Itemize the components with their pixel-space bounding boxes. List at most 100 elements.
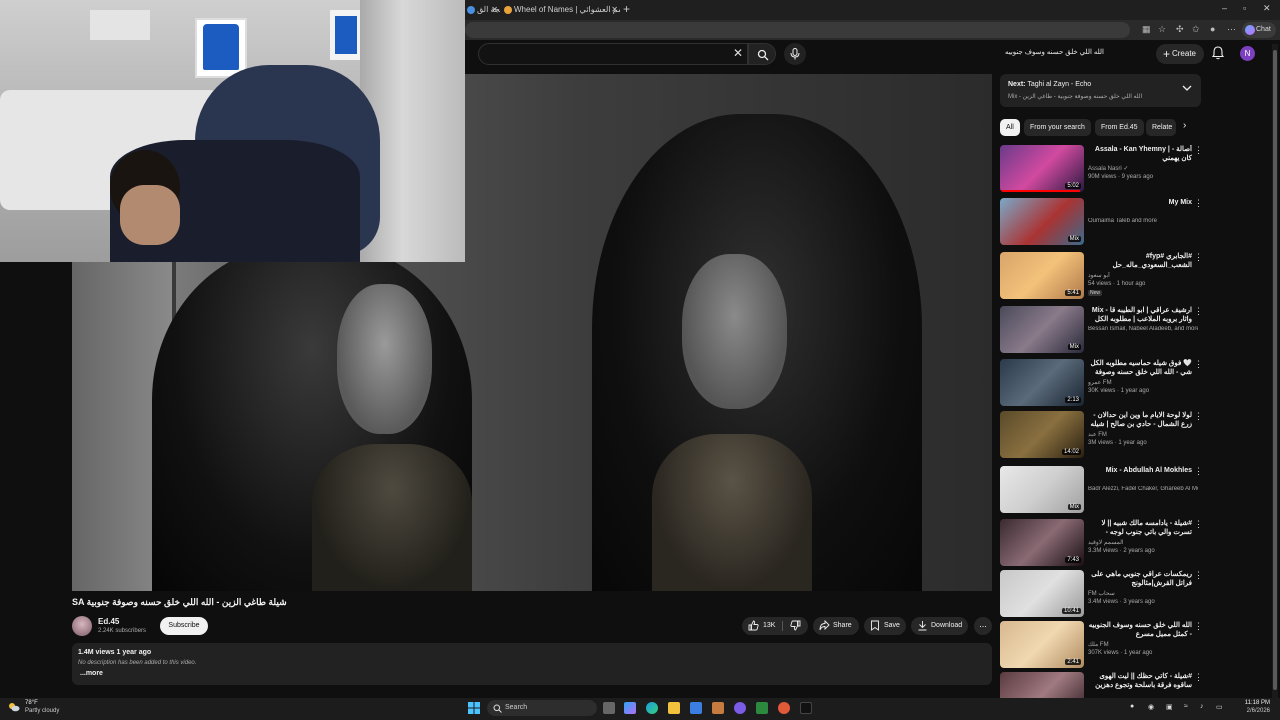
recommendation-item[interactable]: 2:41 الله اللي خلق حسنه وسوف الجنوبيه - ك… (1000, 621, 1203, 671)
video-thumbnail[interactable]: 5:41 (1000, 252, 1084, 299)
recommendation-title[interactable]: 🤍 فوق شيله حماسيه مطلوبه الكل شي - الله … (1088, 359, 1193, 377)
taskbar-search[interactable]: Search (487, 700, 597, 716)
voice-search-button[interactable] (784, 43, 806, 65)
recommendation-title[interactable]: ريمكسات عراقي جنوبي ماهي على فراتل القرش… (1088, 570, 1192, 588)
recommendation-channel[interactable]: Bessan Ismail, Nabeel Aladeeb, and more (1088, 326, 1198, 332)
create-button[interactable]: + Create (1156, 44, 1204, 64)
more-options-icon[interactable]: ⋮ (1194, 359, 1203, 370)
chip-from-your-search[interactable]: From your search (1024, 119, 1091, 136)
recommendation-title[interactable]: الله اللي خلق حسنه وسوف الجنوبيه - كمثل … (1088, 621, 1192, 639)
recommendation-item[interactable]: 14:02 لولا لوحة الايام ما وين اين حدالان … (1000, 411, 1203, 461)
recommendation-item[interactable]: 7:43 #شيلة - يادامسه مالك شبيه || لا تسرت… (1000, 519, 1203, 569)
like-count[interactable]: 13K (763, 617, 775, 635)
recommendation-title[interactable]: Assala - Kan Yhemny | أصالة - كان يهمني (1088, 145, 1192, 163)
recommendation-channel[interactable]: أبو سعود (1088, 272, 1198, 279)
notifications-bell-icon[interactable] (1212, 46, 1224, 60)
clear-search-icon[interactable]: ✕ (733, 46, 743, 60)
close-window-icon[interactable]: ✕ (1263, 3, 1271, 14)
close-tab-icon[interactable]: ✕ (611, 2, 618, 18)
extension-icon[interactable]: ▦ (1142, 24, 1151, 35)
more-options-icon[interactable]: ⋮ (1194, 672, 1203, 683)
recommendation-title[interactable]: My Mix (1088, 198, 1192, 207)
profile-icon[interactable]: ● (1210, 24, 1215, 34)
maximize-icon[interactable]: ▫ (1243, 3, 1246, 13)
wifi-icon[interactable]: ≈ (1184, 703, 1188, 710)
more-options-icon[interactable]: ⋮ (1194, 570, 1203, 581)
chevron-down-icon[interactable] (1182, 84, 1192, 92)
more-options-icon[interactable]: ⋮ (1194, 198, 1203, 209)
video-thumbnail[interactable]: 10:41 (1000, 570, 1084, 617)
recommendation-title[interactable]: #شيلة - كاتي حظك || ليت الهوى ساقوه فرقة… (1088, 672, 1192, 690)
chip-related[interactable]: Relate (1146, 119, 1176, 136)
chip-from-channel[interactable]: From Ed.45 (1095, 119, 1144, 136)
recommendation-item[interactable]: Mix Mix - Abdullah Al Mokhles Badr Alezzi,… (1000, 466, 1203, 516)
chevron-right-icon[interactable]: › (1183, 120, 1186, 131)
weather-temperature[interactable]: 78°F (25, 700, 38, 706)
puzzle-icon[interactable]: ✣ (1176, 24, 1184, 35)
share-button[interactable]: Share (813, 617, 859, 635)
browser-tab[interactable]: نيجة الق ✕ (465, 2, 500, 18)
browser-tab[interactable]: Wheel of Names | الاسم العشوائي ✕ (502, 2, 620, 18)
recommendation-channel[interactable]: ملك FM (1088, 641, 1198, 648)
tray-status-icon[interactable]: ● (1130, 703, 1134, 710)
recommendation-channel[interactable]: المسمم لاوقيد (1088, 539, 1198, 546)
search-button[interactable] (748, 43, 776, 65)
windows-start-icon[interactable] (468, 702, 480, 714)
recommendation-channel[interactable]: عبد FM (1088, 431, 1198, 438)
recommendation-channel[interactable]: عمرو FM (1088, 379, 1198, 386)
close-tab-icon[interactable]: ✕ (491, 2, 498, 18)
video-thumbnail[interactable]: 2:13 (1000, 359, 1084, 406)
video-thumbnail[interactable]: Mix (1000, 198, 1084, 245)
recommendation-item[interactable]: 2:13 🤍 فوق شيله حماسيه مطلوبه الكل شي - ا… (1000, 359, 1203, 409)
video-thumbnail[interactable]: 2:41 (1000, 621, 1084, 668)
channel-name[interactable]: Ed.45 (98, 617, 119, 626)
video-thumbnail[interactable]: Mix (1000, 466, 1084, 513)
tray-app-icon[interactable]: ◉ (1148, 703, 1154, 711)
app-icon[interactable] (778, 702, 790, 714)
app-icon[interactable] (712, 702, 724, 714)
up-next-card[interactable] (1000, 74, 1201, 107)
description-box[interactable] (72, 643, 992, 685)
recommendation-title[interactable]: لولا لوحة الايام ما وين اين حدالان - زرع… (1088, 411, 1192, 429)
chip-all[interactable]: All (1000, 119, 1020, 136)
download-button[interactable]: Download (911, 617, 968, 635)
recommendation-channel[interactable]: Badr Alezzi, Fadel Chaker, Ghareeb Al Mo… (1088, 486, 1198, 492)
recommendation-title[interactable]: #الجابري #fyp# الشعب_السعودي_ماله_حل (1088, 252, 1192, 270)
recommendation-channel[interactable]: Oumaima Taleb and more (1088, 218, 1198, 224)
more-options-icon[interactable]: ⋮ (1194, 252, 1203, 263)
search-input[interactable] (478, 43, 748, 65)
recommendation-title[interactable]: Mix - Abdullah Al Mokhles (1088, 466, 1192, 475)
more-options-icon[interactable]: ⋮ (1194, 621, 1203, 632)
more-actions-button[interactable]: ... (974, 617, 992, 635)
show-more-link[interactable]: ...more (80, 670, 103, 677)
more-options-icon[interactable]: ⋮ (1194, 145, 1203, 156)
tray-app-icon[interactable]: ▣ (1166, 703, 1173, 711)
recommendation-item[interactable]: Mix My Mix Oumaima Taleb and more ⋮ (1000, 198, 1203, 248)
recommendation-title[interactable]: Mix - ارشيف عراقي | ابو الطيبه قا واثار … (1088, 306, 1192, 324)
more-options-icon[interactable]: ⋮ (1194, 306, 1203, 317)
recommendation-item[interactable]: 10:41 ريمكسات عراقي جنوبي ماهي على فراتل … (1000, 570, 1203, 620)
video-thumbnail[interactable]: Mix (1000, 306, 1084, 353)
scrollbar-thumb[interactable] (1273, 50, 1277, 690)
task-view-icon[interactable] (603, 702, 615, 714)
recommendation-title[interactable]: #شيلة - يادامسه مالك شبيه || لا تسرت وال… (1088, 519, 1193, 537)
menu-dots-icon[interactable]: ⋯ (1227, 24, 1236, 35)
more-options-icon[interactable]: ⋮ (1194, 411, 1203, 422)
weather-description[interactable]: Partly cloudy (25, 708, 59, 714)
subscribe-button[interactable]: Subscribe (160, 617, 208, 635)
file-explorer-icon[interactable] (668, 702, 680, 714)
new-tab-button[interactable]: + (623, 3, 630, 15)
address-bar[interactable] (465, 22, 1130, 38)
volume-icon[interactable]: ♪ (1200, 703, 1204, 710)
tiktok-icon[interactable] (800, 702, 812, 714)
edge-browser-icon[interactable] (646, 702, 658, 714)
battery-icon[interactable]: ▭ (1216, 703, 1223, 711)
video-thumbnail[interactable]: 5:02 (1000, 145, 1084, 192)
recommendation-item[interactable]: 5:41 #الجابري #fyp# الشعب_السعودي_ماله_حل… (1000, 252, 1203, 302)
bookmark-star-icon[interactable]: ☆ (1158, 24, 1166, 35)
save-button[interactable]: Save (864, 617, 906, 635)
channel-avatar[interactable] (72, 616, 92, 636)
terminal-icon[interactable] (756, 702, 768, 714)
dislike-icon[interactable] (790, 620, 801, 631)
chat-button[interactable]: Chat (1242, 22, 1276, 38)
